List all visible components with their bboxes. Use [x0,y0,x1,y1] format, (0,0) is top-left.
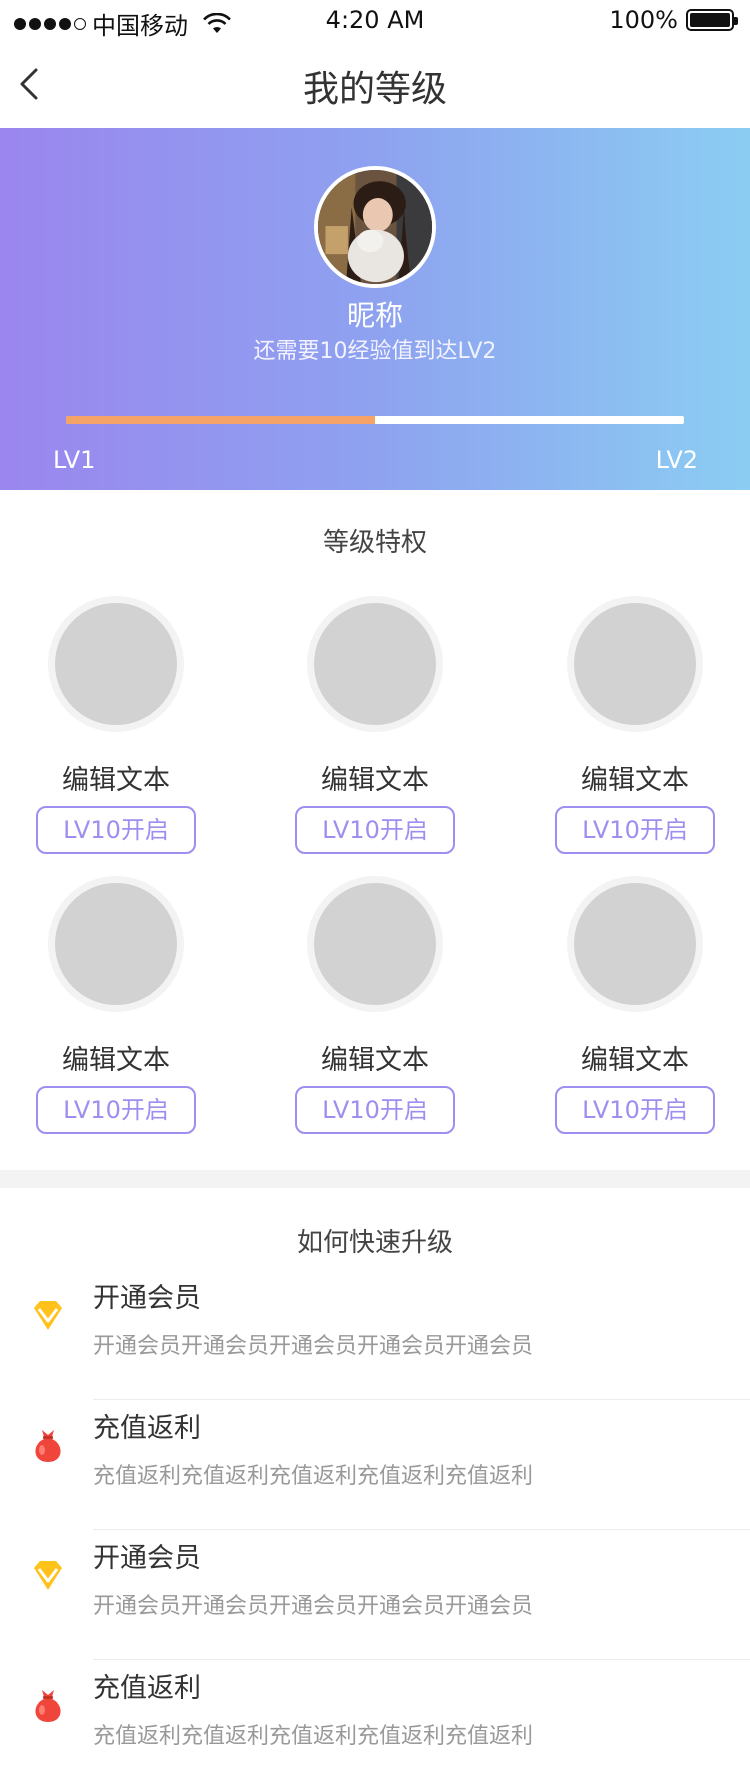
privilege-placeholder-icon [48,596,184,732]
list-item-desc: 充值返利充值返利充值返利充值返利充值返利 [93,1724,534,1749]
privilege-name: 编辑文本 [62,765,170,796]
privileges-title: 等级特权 [322,528,427,558]
privilege-unlock-badge: LV10开启 [555,806,715,854]
level-progress-fill [66,416,375,424]
list-item[interactable]: 充值返利 充值返利充值返利充值返利充值返利充值返利 [0,1660,750,1790]
privilege-item[interactable]: 编辑文本 LV10开启 [295,596,455,854]
upgrade-list: 开通会员 开通会员开通会员开通会员开通会员开通会员 充值返利 充值返利充值返利充… [0,1270,750,1790]
privilege-item[interactable]: 编辑文本 LV10开启 [295,876,455,1134]
list-item[interactable]: 开通会员 开通会员开通会员开通会员开通会员开通会员 [0,1270,750,1400]
level-header: 昵称 还需要10经验值到达LV2 LV1 LV2 [0,128,750,490]
privilege-item[interactable]: 编辑文本 LV10开启 [555,596,715,854]
privilege-placeholder-icon [567,596,703,732]
privilege-placeholder-icon [48,876,184,1012]
diamond-icon [34,1301,62,1330]
list-item-desc: 开通会员开通会员开通会员开通会员开通会员 [93,1334,534,1359]
list-item-title: 充值返利 [93,1673,201,1704]
battery-percent: 100% [609,6,678,34]
page-title: 我的等级 [302,69,447,110]
list-item[interactable]: 充值返利 充值返利充值返利充值返利充值返利充值返利 [0,1400,750,1530]
nav-bar: 我的等级 [0,40,750,128]
privilege-item[interactable]: 编辑文本 LV10开启 [36,596,196,854]
level-progress-bar [66,416,684,424]
avatar-photo [318,170,432,284]
avatar[interactable] [314,166,436,288]
battery-icon [686,9,738,31]
privilege-name: 编辑文本 [581,1045,689,1076]
privilege-name: 编辑文本 [321,1045,429,1076]
status-bar: 中国移动 4:20 AM 100% [0,0,750,40]
section-divider [0,1170,750,1188]
money-bag-icon [35,1430,61,1462]
privilege-name: 编辑文本 [581,765,689,796]
status-right: 100% [609,6,738,34]
list-item-title: 开通会员 [93,1283,201,1314]
list-item-desc: 充值返利充值返利充值返利充值返利充值返利 [93,1464,534,1489]
list-item-title: 开通会员 [93,1543,201,1574]
privilege-placeholder-icon [307,596,443,732]
privilege-name: 编辑文本 [321,765,429,796]
exp-hint: 还需要10经验值到达LV2 [253,339,497,364]
privilege-placeholder-icon [567,876,703,1012]
privilege-unlock-badge: LV10开启 [36,1086,196,1134]
money-bag-icon [35,1690,61,1722]
privilege-name: 编辑文本 [62,1045,170,1076]
privilege-unlock-badge: LV10开启 [295,806,455,854]
privilege-unlock-badge: LV10开启 [36,806,196,854]
privilege-item[interactable]: 编辑文本 LV10开启 [36,876,196,1134]
diamond-icon [34,1561,62,1590]
list-item-title: 充值返利 [93,1413,201,1444]
privilege-unlock-badge: LV10开启 [555,1086,715,1134]
privilege-placeholder-icon [307,876,443,1012]
privilege-item[interactable]: 编辑文本 LV10开启 [555,876,715,1134]
nickname: 昵称 [346,299,403,332]
list-item[interactable]: 开通会员 开通会员开通会员开通会员开通会员开通会员 [0,1530,750,1660]
upgrade-title: 如何快速升级 [296,1228,453,1258]
privilege-unlock-badge: LV10开启 [295,1086,455,1134]
list-item-desc: 开通会员开通会员开通会员开通会员开通会员 [93,1594,534,1619]
level-end-label: LV2 [655,446,698,474]
level-start-label: LV1 [53,446,96,474]
